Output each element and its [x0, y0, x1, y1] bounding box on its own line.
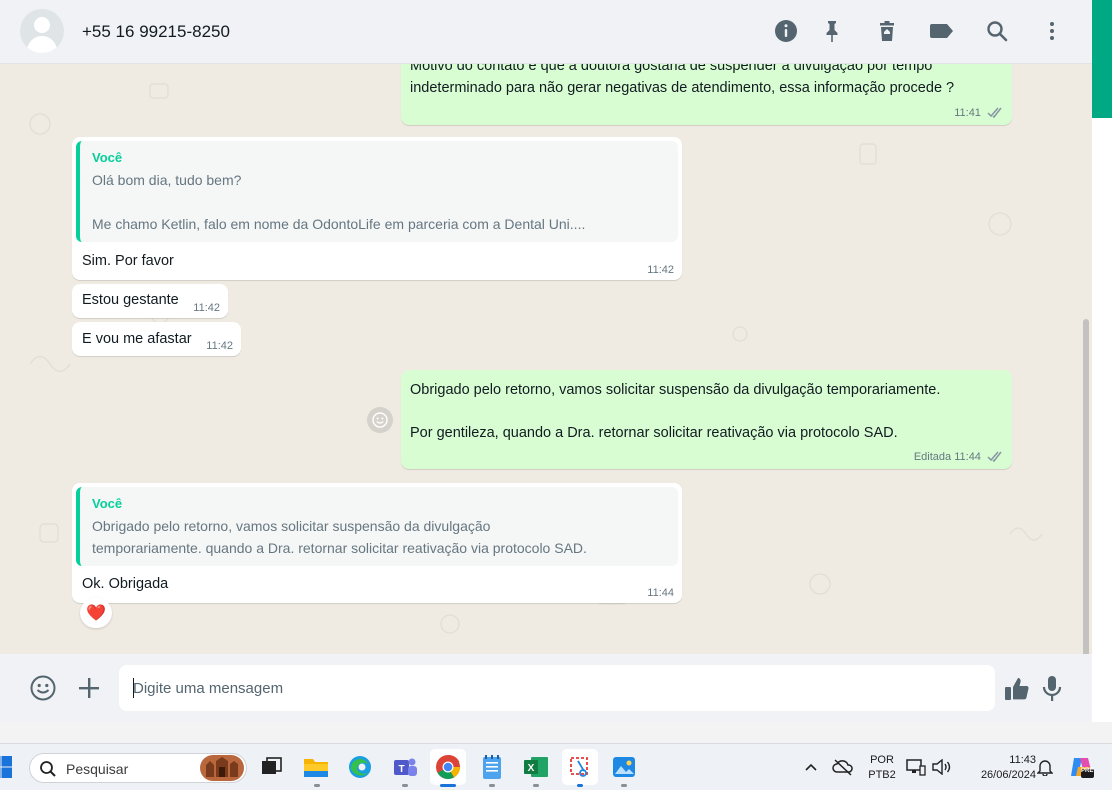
language-indicator[interactable]: POR PTB2: [862, 754, 902, 781]
volume-icon[interactable]: [929, 752, 953, 782]
reaction-badge[interactable]: ❤️: [80, 598, 112, 628]
avatar[interactable]: [20, 9, 64, 53]
keyboard-layout: PTB2: [868, 769, 896, 781]
message-incoming[interactable]: Você Olá bom dia, tudo bem? Me chamo Ket…: [72, 137, 682, 280]
trash-icon[interactable]: [873, 17, 901, 45]
search-placeholder: Pesquisar: [66, 761, 129, 777]
message-text: Sim. Por favor: [82, 253, 174, 269]
quoted-message[interactable]: Você Olá bom dia, tudo bem? Me chamo Ket…: [76, 141, 678, 242]
pin-icon[interactable]: [818, 17, 846, 45]
quote-text: temporariamente. quando a Dra. retornar …: [92, 540, 587, 556]
svg-text:X: X: [528, 763, 535, 774]
message-text: Estou gestante: [82, 292, 179, 308]
message-time: 11:44: [954, 451, 981, 463]
task-view-icon[interactable]: [256, 752, 286, 782]
notification-bell-icon[interactable]: [1033, 752, 1057, 782]
svg-text:T: T: [398, 764, 404, 775]
quote-author: Você: [92, 150, 123, 165]
search-icon[interactable]: [983, 17, 1011, 45]
notepad-icon[interactable]: [477, 752, 507, 782]
message-incoming[interactable]: E vou me afastar 11:42: [72, 322, 241, 356]
double-check-icon: [987, 107, 1004, 121]
message-time: 11:44: [647, 587, 674, 599]
message-meta: Editada 11:44: [914, 451, 1004, 465]
whatsapp-window: +55 16 99215-8250 Motivo do contato é qu…: [0, 0, 1112, 790]
onedrive-offline-icon[interactable]: [829, 752, 857, 782]
double-check-icon: [987, 451, 1004, 465]
message-text: Motivo do contato é que a doutora gostar…: [410, 64, 933, 74]
message-text: Obrigado pelo retorno, vamos solicitar s…: [410, 382, 941, 398]
message-time: 11:42: [206, 340, 233, 352]
quote-text: Me chamo Ketlin, falo em nome da OdontoL…: [92, 216, 586, 232]
message-input[interactable]: [119, 665, 995, 711]
language-code: POR: [870, 754, 894, 766]
message-time: 11:41: [954, 107, 981, 119]
running-indicator: [577, 784, 583, 787]
contact-name[interactable]: +55 16 99215-8250: [82, 22, 230, 42]
network-icon[interactable]: [905, 752, 927, 782]
text-caret: [133, 678, 134, 698]
running-indicator: [314, 784, 320, 787]
quoted-message[interactable]: Você Obrigado pelo retorno, vamos solici…: [76, 487, 678, 566]
edge-browser-icon[interactable]: [345, 752, 375, 782]
microphone-icon[interactable]: [1038, 673, 1066, 703]
chrome-icon[interactable]: [430, 749, 466, 785]
attach-plus-icon[interactable]: [75, 674, 103, 702]
running-indicator: [621, 784, 627, 787]
message-text: indeterminado para não gerar negativas d…: [410, 80, 955, 96]
excel-icon[interactable]: X: [521, 752, 551, 782]
clock-time: 11:43: [1009, 754, 1036, 766]
message-text: E vou me afastar: [82, 331, 192, 347]
window-edge: [1092, 0, 1112, 722]
file-explorer-icon[interactable]: [301, 752, 331, 782]
snipping-tool-icon[interactable]: [562, 749, 598, 785]
label-icon[interactable]: [928, 17, 956, 45]
window-gap: [0, 722, 1112, 743]
message-text: Por gentileza, quando a Dra. retornar so…: [410, 425, 898, 441]
chevron-up-icon[interactable]: [797, 752, 825, 782]
message-incoming[interactable]: Você Obrigado pelo retorno, vamos solici…: [72, 483, 682, 603]
active-indicator: [440, 784, 456, 787]
clock-date: 26/06/2024: [980, 769, 1036, 781]
copilot-icon[interactable]: PRE: [1066, 752, 1096, 782]
react-emoji-button[interactable]: [367, 407, 393, 433]
running-indicator: [402, 784, 408, 787]
message-meta: 11:41: [954, 107, 1004, 121]
message-text: Ok. Obrigada: [82, 576, 169, 592]
chat-area: Motivo do contato é que a doutora gostar…: [0, 64, 1092, 654]
quote-text: Olá bom dia, tudo bem?: [92, 172, 242, 188]
message-time: 11:42: [193, 302, 220, 314]
message-incoming[interactable]: Estou gestante 11:42: [72, 284, 228, 318]
search-icon: [39, 760, 57, 783]
info-icon[interactable]: [772, 17, 800, 45]
emoji-icon[interactable]: [29, 674, 57, 702]
running-indicator: [533, 784, 539, 787]
running-indicator: [489, 784, 495, 787]
copilot-badge: PRE: [1081, 768, 1094, 774]
edited-label: Editada: [913, 451, 952, 463]
search-highlight-image-icon: [200, 755, 244, 786]
thumbs-up-icon[interactable]: [1002, 674, 1032, 704]
quote-author: Você: [92, 496, 123, 511]
message-outgoing[interactable]: Obrigado pelo retorno, vamos solicitar s…: [401, 370, 1012, 469]
quote-text: Obrigado pelo retorno, vamos solicitar s…: [92, 518, 491, 534]
message-outgoing[interactable]: Motivo do contato é que a doutora gostar…: [401, 64, 1012, 125]
chat-header: +55 16 99215-8250: [0, 0, 1092, 64]
more-vertical-icon[interactable]: [1038, 17, 1066, 45]
chat-scrollbar[interactable]: [1083, 319, 1089, 654]
system-clock[interactable]: 11:43 26/06/2024: [962, 754, 1036, 781]
taskbar: Pesquisar T X POR PTB2 11:43 26/06/2024 …: [0, 743, 1112, 790]
photos-icon[interactable]: [609, 752, 639, 782]
windows-start-icon[interactable]: [0, 754, 14, 780]
teams-icon[interactable]: T: [390, 752, 420, 782]
message-time: 11:42: [647, 264, 674, 276]
taskbar-search[interactable]: Pesquisar: [29, 753, 247, 783]
composer-bar: [0, 654, 1092, 722]
